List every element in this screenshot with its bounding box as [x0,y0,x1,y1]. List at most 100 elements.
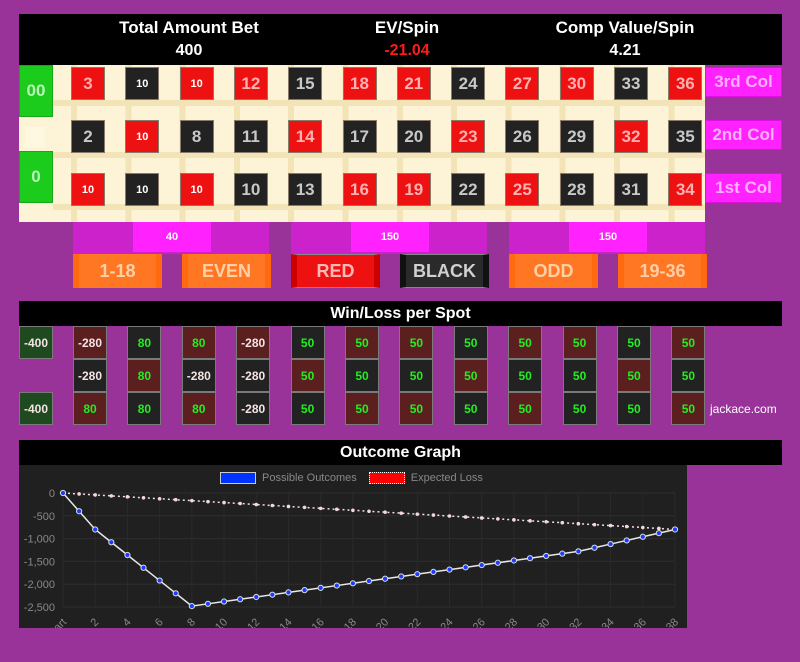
winloss-cell: 50 [562,392,597,425]
dozen-bet-2[interactable]: 150 [291,222,487,254]
expected-loss-point [383,510,387,514]
column-bet-3[interactable]: 3rd Col [705,67,782,97]
number-spot[interactable]: 10 [179,67,214,100]
possible-outcome-point [124,551,131,559]
number-spot[interactable]: 35 [668,120,703,153]
winloss-cell: 50 [290,392,325,425]
number-spot[interactable]: 10 [125,173,160,206]
column-bet-2[interactable]: 2nd Col [705,120,782,150]
number-spot[interactable]: 20 [396,120,431,153]
expected-loss-point [463,515,468,519]
number-spot[interactable]: 10 [179,173,214,206]
winloss-cell: -280 [236,359,271,392]
winloss-cell: -280 [73,326,107,359]
expected-loss-point [318,506,323,511]
double-zero-spot[interactable]: 00 [19,65,53,117]
legend-swatch-expected[interactable] [368,472,405,484]
winloss-cell: 50 [562,359,597,392]
number-spot[interactable]: 29 [559,120,594,153]
expected-loss-point [367,509,371,514]
possible-outcome-point [510,557,518,564]
even-bet-even[interactable]: EVEN [182,254,271,288]
even-bet-odd[interactable]: ODD [509,254,598,288]
dozen-bet-1[interactable]: 40 [73,222,269,254]
number-spot[interactable]: 30 [559,67,594,100]
expected-loss-point [141,495,146,500]
number-spot[interactable]: 22 [451,173,486,206]
column-bet-1[interactable]: 1st Col [705,173,782,203]
dozen-bet-3[interactable]: 150 [509,222,705,254]
number-spot[interactable]: 10 [233,173,268,206]
possible-outcome-point [349,580,356,587]
number-spot[interactable]: 32 [614,120,648,153]
y-tick-label: -2,000 [24,579,55,591]
winloss-cell: 80 [73,392,107,425]
expected-loss-point [399,511,404,515]
number-spot[interactable]: 25 [505,173,540,206]
even-bet-black[interactable]: BLACK [400,254,489,288]
even-bet-1-18[interactable]: 1-18 [73,254,162,288]
zero-spot[interactable]: 0 [19,151,53,203]
number-spot[interactable]: 27 [505,67,540,100]
x-tick-label: 32 [567,616,584,628]
possible-outcome-point [655,530,662,537]
x-tick-label: 6 [153,616,166,628]
x-tick-label: 22 [406,616,423,628]
possible-outcome-point [172,590,179,597]
number-spot[interactable]: 34 [668,173,703,206]
number-spot[interactable]: 10 [71,173,105,206]
x-tick-label: Start [44,616,69,628]
number-spot[interactable]: 2 [71,120,105,153]
dozen-chip-amount: 40 [133,222,211,252]
number-spot[interactable]: 13 [288,173,323,206]
number-spot[interactable]: 16 [342,173,377,206]
number-spot[interactable]: 33 [614,67,648,100]
number-spot[interactable]: 19 [396,173,431,206]
possible-outcome-point [382,575,389,582]
number-spot[interactable]: 28 [559,173,594,206]
x-tick-label: 28 [503,616,520,628]
x-tick-label: 38 [664,616,681,628]
winloss-cell: 50 [453,392,488,425]
expected-loss-point [77,492,81,496]
expected-loss-point [528,519,532,523]
possible-outcome-point [671,526,679,533]
legend-swatch-possible[interactable] [220,472,256,484]
number-spot[interactable]: 8 [179,120,214,153]
number-spot[interactable]: 17 [342,120,377,153]
x-tick-label: 16 [310,616,327,628]
number-spot[interactable]: 31 [614,173,648,206]
number-spot[interactable]: 10 [125,67,160,100]
y-tick-label: -1,500 [24,556,55,568]
number-spot[interactable]: 12 [233,67,268,100]
possible-outcome-point [591,544,598,551]
possible-outcome-point [462,564,469,571]
possible-outcome-point [92,526,99,533]
expected-loss-point [302,505,307,510]
number-spot[interactable]: 36 [668,67,703,100]
expected-loss-point [576,521,581,526]
expected-loss-point [479,516,484,520]
zero-split-spot[interactable] [25,127,45,147]
number-spot[interactable]: 26 [505,120,540,153]
possible-outcome-point [237,596,244,603]
number-spot[interactable]: 21 [396,67,431,100]
number-spot[interactable]: 10 [125,120,160,153]
number-spot[interactable]: 14 [288,120,323,153]
number-spot[interactable]: 15 [288,67,323,100]
number-spot[interactable]: 3 [71,67,105,100]
possible-outcome-point [478,561,485,569]
possible-outcome-point [559,550,566,557]
even-bet-red[interactable]: RED [291,254,380,288]
winloss-cell: 50 [399,326,434,359]
number-spot[interactable]: 11 [233,120,268,153]
even-bet-19-36[interactable]: 19-36 [618,254,707,288]
number-spot[interactable]: 18 [342,67,377,100]
winloss-cell: 50 [671,359,706,392]
expected-loss-point [351,508,355,513]
possible-outcome-point [301,587,308,594]
number-spot[interactable]: 23 [451,120,486,153]
winloss-cell: -280 [73,359,107,392]
number-spot[interactable]: 24 [451,67,486,100]
winloss-cell: 50 [617,326,651,359]
